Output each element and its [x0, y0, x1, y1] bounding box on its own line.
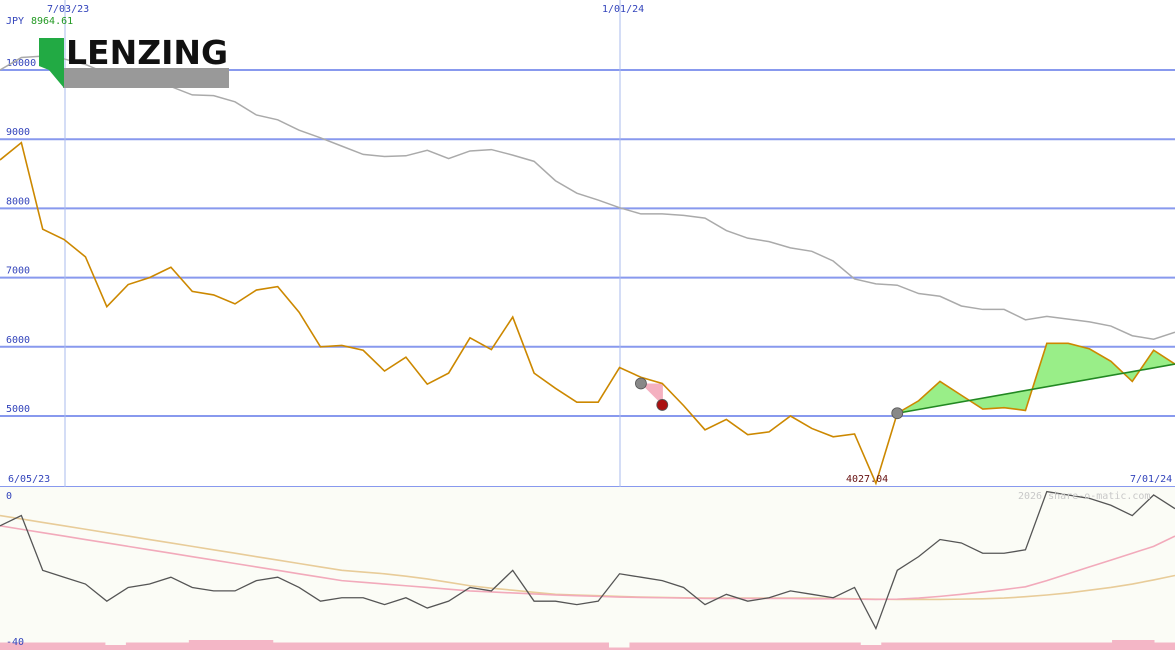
volume-bar — [776, 642, 798, 650]
y-tick-label: 7000 — [6, 266, 30, 277]
volume-bar — [230, 640, 253, 650]
volume-bar — [104, 645, 127, 650]
volume-bar — [146, 642, 169, 650]
date-label-bottom-left: 6/05/23 — [8, 474, 50, 485]
currency-label: JPY — [6, 16, 24, 27]
watermark: 2026 share-o-matic.com — [1018, 491, 1150, 502]
date-label-bottom-right: 7/01/24 — [1130, 474, 1172, 485]
signal-marker — [891, 407, 904, 420]
y-tick-label: 5000 — [6, 404, 30, 415]
osc-label-bottom: -40 — [6, 637, 24, 648]
volume-bar — [1112, 640, 1134, 650]
stock-chart: 5000 6000 7000 8000 9000 10000 LENZING JPY 89… — [0, 0, 1175, 650]
y-tick-label: 8000 — [6, 196, 30, 207]
date-label-top-mid: 1/01/24 — [602, 4, 644, 15]
volume-bar — [818, 642, 840, 650]
logo-text: LENZING — [66, 33, 228, 72]
volume-bar — [524, 642, 547, 650]
volume-bar — [41, 642, 64, 650]
volume-bar — [1154, 642, 1175, 650]
volume-bar — [923, 642, 945, 650]
company-logo: LENZING — [39, 33, 229, 88]
last-value-label: 8964.61 — [31, 16, 73, 27]
volume-bar — [188, 640, 211, 650]
volume-bar — [1133, 640, 1155, 650]
signal-marker — [656, 399, 669, 411]
volume-bar — [377, 642, 400, 650]
volume-bar — [650, 642, 672, 650]
volume-bar — [629, 642, 651, 650]
volume-bar — [272, 642, 295, 650]
volume-bar — [797, 642, 819, 650]
chart-canvas: 5000600070008000900010000 LENZING JPY 89… — [0, 0, 1175, 650]
volume-bar — [944, 642, 966, 650]
volume-bar — [1007, 642, 1029, 650]
volume-bar — [1070, 642, 1092, 650]
signal-marker — [635, 377, 647, 390]
volume-bar — [755, 642, 777, 650]
volume-bar — [860, 645, 882, 650]
volume-bar — [314, 642, 337, 650]
volume-bar — [692, 642, 714, 650]
volume-bar — [482, 642, 505, 650]
volume-bar — [62, 642, 85, 650]
volume-bar — [503, 642, 526, 650]
volume-bar — [587, 642, 609, 650]
volume-bar — [713, 642, 735, 650]
volume-bar — [545, 642, 568, 650]
volume-bar — [1028, 642, 1050, 650]
volume-bar — [965, 642, 987, 650]
volume-bar — [167, 642, 190, 650]
volume-bar — [839, 642, 861, 650]
y-tick-label: 6000 — [6, 335, 30, 346]
volume-bar — [1049, 642, 1071, 650]
volume-bar — [566, 642, 588, 650]
oscillator-panel — [0, 487, 1175, 650]
volume-bar — [125, 642, 148, 650]
volume-bar — [419, 642, 442, 650]
volume-bar — [902, 642, 924, 650]
volume-bar — [881, 642, 903, 650]
volume-bar — [356, 642, 379, 650]
y-tick-label: 9000 — [6, 127, 30, 138]
volume-bar — [20, 642, 43, 650]
volume-bar — [461, 642, 484, 650]
volume-bar — [293, 642, 316, 650]
osc-label-top: 0 — [6, 491, 12, 502]
osc-background — [0, 487, 1175, 650]
volume-bar — [209, 640, 232, 650]
min-value-label: 4027.04 — [846, 474, 888, 485]
volume-bar — [440, 642, 463, 650]
volume-bar — [986, 642, 1008, 650]
volume-bar — [734, 642, 756, 650]
volume-bar — [671, 642, 693, 650]
volume-bar — [335, 642, 358, 650]
volume-bar — [251, 640, 274, 650]
date-label-top-left: 7/03/23 — [47, 4, 89, 15]
volume-bar — [398, 642, 421, 650]
volume-bar — [83, 642, 106, 650]
volume-bar — [1091, 642, 1113, 650]
